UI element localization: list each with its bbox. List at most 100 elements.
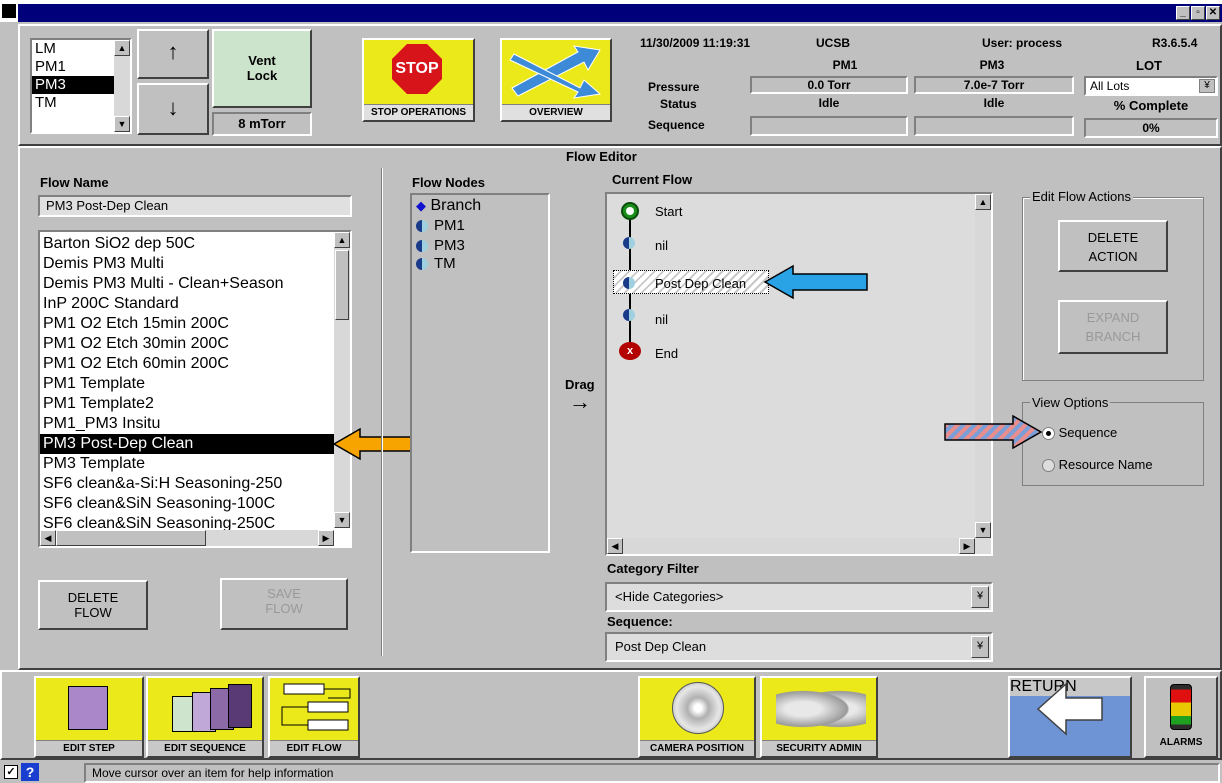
security-admin-caption: SECURITY ADMIN — [762, 740, 876, 756]
edit-step-caption: EDIT STEP — [36, 740, 142, 756]
node-pm1[interactable]: PM1 — [416, 217, 465, 234]
flow-list-item[interactable]: PM3 Post-Dep Clean — [40, 434, 334, 454]
step-nil-1[interactable]: nil — [655, 238, 668, 253]
flow-hscroll[interactable]: ◀ ▶ — [40, 530, 334, 546]
delete-flow-button[interactable]: DELETE FLOW — [38, 580, 148, 630]
flow-scroll-up[interactable]: ▲ — [334, 232, 350, 248]
sequence-dropdown-icon: ¥ — [971, 636, 989, 658]
category-dropdown-icon: ¥ — [971, 586, 989, 608]
chamber-item[interactable]: LM — [32, 40, 116, 58]
step-post-dep-clean[interactable]: Post Dep Clean — [655, 276, 746, 291]
arrow-down-button[interactable]: ↓ — [137, 83, 209, 135]
edit-flow-button[interactable]: EDIT FLOW — [268, 676, 360, 758]
flow-list-item[interactable]: PM1_PM3 Insitu — [40, 414, 334, 434]
current-flow-scroll-up[interactable]: ▲ — [975, 194, 991, 210]
return-button[interactable]: RETURN — [1008, 676, 1132, 758]
flow-name-input[interactable]: PM3 Post-Dep Clean — [38, 195, 352, 217]
stop-operations-button[interactable]: STOP STOP OPERATIONS — [362, 38, 475, 122]
col-pm1: PM1 — [832, 58, 858, 72]
divider — [381, 168, 383, 656]
flow-scroll-down[interactable]: ▼ — [334, 512, 350, 528]
flow-diagram-icon — [281, 683, 351, 731]
current-flow-scroll-down[interactable]: ▼ — [975, 522, 991, 538]
flow-name-label: Flow Name — [40, 175, 109, 190]
pct-complete-label: % Complete — [1113, 98, 1189, 113]
maximize-button[interactable]: ▫ — [1191, 6, 1205, 20]
flow-nodes-label: Flow Nodes — [412, 175, 485, 190]
flow-list-item[interactable]: PM1 O2 Etch 15min 200C — [40, 314, 334, 334]
chamber-node-icon — [416, 240, 428, 253]
return-arrow-icon — [1036, 682, 1103, 736]
crossing-arrows-icon — [509, 45, 602, 99]
close-button[interactable]: ✕ — [1206, 6, 1220, 20]
help-text: Move cursor over an item for help inform… — [84, 763, 1220, 783]
overview-caption: OVERVIEW — [502, 104, 610, 120]
flow-list-item[interactable]: Demis PM3 Multi — [40, 254, 334, 274]
chamber-item[interactable]: PM3 — [32, 76, 116, 94]
chamber-scroll-down[interactable]: ▼ — [114, 116, 130, 132]
overview-button[interactable]: OVERVIEW — [500, 38, 612, 122]
arrow-up-button[interactable]: ↑ — [137, 29, 209, 79]
chamber-list[interactable]: LM PM1 PM3 TM ▲ ▼ — [30, 38, 132, 134]
stop-operations-caption: STOP OPERATIONS — [364, 104, 473, 120]
security-admin-button[interactable]: SECURITY ADMIN — [760, 676, 878, 758]
status-bar: ✓ ? Move cursor over an item for help in… — [0, 762, 1222, 783]
flow-scroll-thumb[interactable] — [335, 250, 349, 320]
flow-list-item[interactable]: SF6 clean&a-Si:H Seasoning-250 — [40, 474, 334, 494]
step-end[interactable]: End — [655, 346, 678, 361]
flow-list-item[interactable]: PM1 Template2 — [40, 394, 334, 414]
start-icon — [621, 202, 639, 220]
loadlock-pressure: 8 mTorr — [212, 112, 312, 136]
lock-label: Lock — [246, 68, 278, 83]
edit-step-button[interactable]: EDIT STEP — [34, 676, 144, 758]
flow-list-item[interactable]: SF6 clean&SiN Seasoning-100C — [40, 494, 334, 514]
end-icon: x — [619, 342, 641, 360]
node-pm3[interactable]: PM3 — [416, 237, 465, 254]
flow-list-item[interactable]: Barton SiO2 dep 50C — [40, 234, 334, 254]
radio-sequence[interactable]: Sequence — [1042, 425, 1117, 441]
lot-select[interactable]: All Lots ¥ — [1084, 76, 1218, 96]
step-nil-2[interactable]: nil — [655, 312, 668, 327]
delete-action-button[interactable]: DELETE ACTION — [1058, 220, 1168, 272]
wafer-icon — [672, 682, 724, 734]
flow-list-item[interactable]: PM1 Template — [40, 374, 334, 394]
edit-sequence-button[interactable]: EDIT SEQUENCE — [146, 676, 264, 758]
edit-sequence-caption: EDIT SEQUENCE — [148, 740, 262, 756]
save-flow-button[interactable]: SAVE FLOW — [220, 578, 348, 630]
expand-branch-button[interactable]: EXPAND BRANCH — [1058, 300, 1168, 354]
step-node-icon — [623, 274, 641, 292]
flow-list-item[interactable]: InP 200C Standard — [40, 294, 334, 314]
row-pressure: Pressure — [648, 80, 700, 94]
category-filter-select[interactable]: <Hide Categories> ¥ — [605, 582, 993, 612]
node-tm[interactable]: TM — [416, 255, 456, 272]
flow-list-item[interactable]: Demis PM3 Multi - Clean+Season — [40, 274, 334, 294]
flow-list[interactable]: Barton SiO2 dep 50C Demis PM3 Multi Demis … — [38, 230, 352, 548]
node-branch[interactable]: ◆ Branch — [416, 197, 481, 215]
lot-dropdown-icon[interactable]: ¥ — [1199, 79, 1215, 93]
chamber-item[interactable]: TM — [32, 94, 116, 112]
minimize-button[interactable]: _ — [1176, 6, 1190, 20]
chamber-item[interactable]: PM1 — [32, 58, 116, 76]
current-flow-canvas[interactable]: Start nil Post Dep Clean nil x End ▲ ▼ ◀… — [605, 192, 993, 556]
help-icon[interactable]: ? — [21, 763, 39, 781]
view-options-group — [1022, 402, 1204, 486]
flow-list-item[interactable]: PM3 Template — [40, 454, 334, 474]
site: UCSB — [816, 36, 851, 50]
checkbox-icon[interactable]: ✓ — [4, 765, 18, 779]
step-start[interactable]: Start — [655, 204, 682, 219]
flow-nodes-list[interactable]: ◆ Branch PM1 PM3 TM — [410, 193, 550, 553]
signal-tower-icon — [1170, 684, 1192, 730]
branch-diamond-icon: ◆ — [416, 198, 426, 213]
vent-label: Vent — [248, 53, 276, 68]
sequence-select[interactable]: Post Dep Clean ¥ — [605, 632, 993, 662]
radio-resource-name[interactable]: Resource Name — [1042, 457, 1153, 473]
current-flow-hscroll[interactable]: ◀ ▶ — [607, 538, 975, 554]
chamber-scroll-up[interactable]: ▲ — [114, 40, 130, 56]
pct-complete-value: 0% — [1084, 118, 1218, 138]
alarms-button[interactable]: ALARMS — [1144, 676, 1218, 758]
flow-list-item[interactable]: PM1 O2 Etch 60min 200C — [40, 354, 334, 374]
title-bar: _ ▫ ✕ — [0, 0, 1222, 22]
vent-lock-button[interactable]: Vent Lock — [212, 29, 312, 108]
camera-position-button[interactable]: CAMERA POSITION — [638, 676, 756, 758]
flow-list-item[interactable]: PM1 O2 Etch 30min 200C — [40, 334, 334, 354]
